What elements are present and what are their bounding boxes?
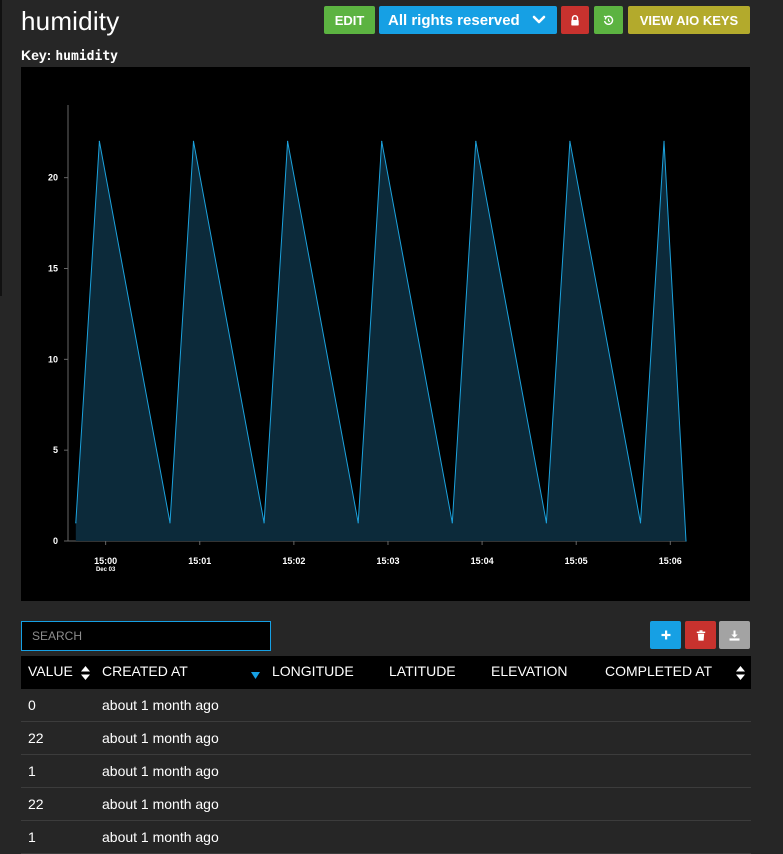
lock-icon [571, 14, 579, 25]
data-point [286, 140, 289, 142]
feed-key-label: Key: [21, 47, 52, 63]
series-area [75, 141, 687, 542]
add-data-button[interactable] [650, 621, 681, 649]
data-point [263, 522, 265, 524]
data-point [169, 522, 171, 524]
cell-value: 1 [28, 829, 36, 845]
chevron-down-icon [532, 15, 546, 24]
reset-button[interactable] [594, 6, 623, 34]
license-dropdown[interactable]: All rights reserved [379, 6, 557, 34]
column-header-longitude[interactable]: LONGITUDE [272, 656, 354, 689]
y-tick-label: 20 [48, 173, 58, 183]
sort-descending-icon[interactable] [251, 672, 260, 679]
data-point [75, 522, 77, 524]
data-point [357, 522, 359, 524]
y-tick-label: 5 [53, 445, 58, 455]
column-header-latitude[interactable]: LATITUDE [389, 656, 456, 689]
x-tick-label: 15:04 [471, 556, 494, 566]
x-tick-label: 15:02 [282, 556, 305, 566]
x-tick-sublabel: Dec 03 [96, 567, 116, 573]
y-tick-label: 0 [53, 536, 58, 546]
sort-arrows-icon[interactable] [736, 666, 745, 680]
x-tick-label: 15:05 [565, 556, 588, 566]
sort-arrows-icon[interactable] [81, 666, 90, 680]
trash-icon [696, 629, 705, 641]
x-tick-label: 15:03 [376, 556, 399, 566]
chart-svg: 0 5 10 15 20 15:00Dec 03 15:01 15:02 15:03 15:04 1… [48, 105, 687, 573]
x-tick-label: 15:06 [659, 556, 682, 566]
column-header-completed-at[interactable]: COMPLETED AT [605, 656, 712, 689]
data-point [475, 140, 477, 142]
cell-created-at: about 1 month ago [102, 796, 219, 812]
cell-value: 22 [28, 796, 44, 812]
delete-data-button[interactable] [685, 621, 716, 649]
data-point [98, 140, 100, 142]
y-tick-label: 15 [48, 264, 58, 274]
data-point [192, 140, 195, 142]
column-header-value[interactable]: VALUE [28, 656, 73, 689]
data-table: VALUE CREATED AT LONGITUDE LATITUDE ELEV… [21, 656, 751, 854]
search-input[interactable] [21, 621, 271, 651]
table-row[interactable]: 22 about 1 month ago [21, 788, 751, 821]
data-point [639, 522, 642, 524]
data-point [451, 522, 453, 524]
download-icon [729, 630, 740, 641]
feed-key-line: Key: humidity [21, 47, 118, 64]
view-aio-keys-button[interactable]: VIEW AIO KEYS [628, 6, 750, 34]
cell-value: 22 [28, 730, 44, 746]
table-row[interactable]: 22 about 1 month ago [21, 722, 751, 755]
table-row[interactable]: 1 about 1 month ago [21, 755, 751, 788]
table-row[interactable]: 0 about 1 month ago [21, 689, 751, 722]
data-point [663, 140, 665, 142]
plus-icon [661, 630, 670, 640]
table-row[interactable]: 1 about 1 month ago [21, 821, 751, 854]
column-header-elevation[interactable]: ELEVATION [491, 656, 568, 689]
cell-created-at: about 1 month ago [102, 829, 219, 845]
left-edge-strip [0, 0, 2, 296]
edit-button[interactable]: EDIT [324, 6, 375, 34]
cell-created-at: about 1 month ago [102, 730, 219, 746]
column-header-created-at[interactable]: CREATED AT [102, 656, 188, 689]
license-dropdown-label: All rights reserved [388, 11, 520, 29]
table-header: VALUE CREATED AT LONGITUDE LATITUDE ELEV… [21, 656, 751, 689]
x-tick-label: 15:00 [94, 556, 117, 566]
y-tick-label: 10 [48, 354, 58, 364]
data-point [569, 140, 571, 142]
cell-value: 0 [28, 697, 36, 713]
cell-value: 1 [28, 763, 36, 779]
reset-icon [603, 15, 614, 25]
privacy-lock-button[interactable] [561, 6, 589, 34]
x-tick-label: 15:01 [188, 556, 211, 566]
download-data-button[interactable] [719, 621, 750, 649]
data-point [545, 522, 548, 524]
feed-chart: 0 5 10 15 20 15:00 Dec 03 15:01 15:02 15:03 15:04 1… [21, 67, 750, 601]
cell-created-at: about 1 month ago [102, 763, 219, 779]
data-point [381, 140, 383, 142]
data-point [685, 540, 687, 542]
page-title: humidity [21, 6, 120, 36]
cell-created-at: about 1 month ago [102, 697, 219, 713]
feed-key-value: humidity [55, 49, 118, 64]
